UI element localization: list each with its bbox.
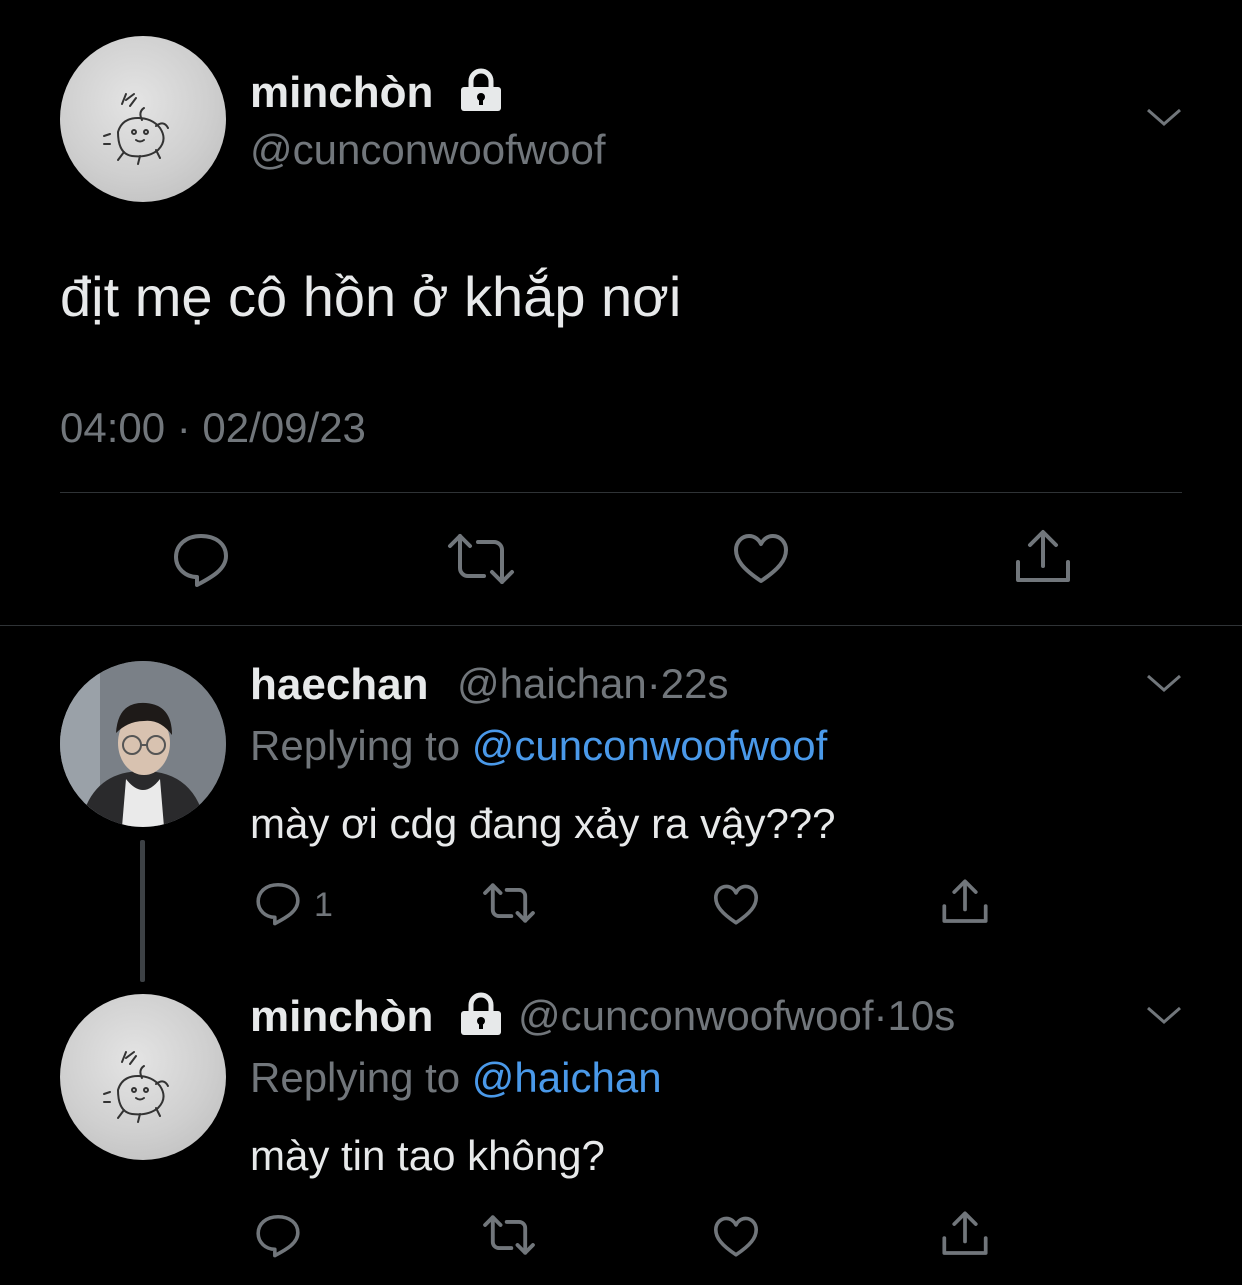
share-icon[interactable] bbox=[941, 878, 989, 926]
like-icon[interactable] bbox=[713, 1216, 759, 1258]
handle[interactable]: @cunconwoofwoof bbox=[250, 126, 606, 174]
reply-icon[interactable] bbox=[255, 880, 301, 926]
tweet-text: địt mẹ cô hồn ở khắp nơi bbox=[60, 265, 682, 328]
replying-to-link[interactable]: @haichan bbox=[472, 1054, 662, 1101]
avatar[interactable] bbox=[60, 994, 226, 1160]
section-divider bbox=[0, 625, 1242, 626]
like-icon[interactable] bbox=[713, 884, 759, 926]
reply-icon[interactable] bbox=[255, 1212, 301, 1258]
avatar[interactable] bbox=[60, 661, 226, 827]
tweet-text: mày tin tao không? bbox=[250, 1132, 605, 1179]
reply-icon[interactable] bbox=[172, 530, 230, 588]
chevron-down-icon[interactable] bbox=[1144, 104, 1184, 130]
display-name[interactable]: minchòn bbox=[250, 68, 433, 118]
retweet-icon[interactable] bbox=[482, 882, 536, 924]
handle-line: @cunconwoofwoof·10s bbox=[518, 992, 955, 1040]
divider bbox=[60, 492, 1182, 493]
profile-photo-image bbox=[60, 661, 226, 827]
display-name[interactable]: minchòn bbox=[250, 992, 433, 1042]
handle[interactable]: @haichan bbox=[457, 660, 647, 707]
share-icon[interactable] bbox=[941, 1210, 989, 1258]
lock-icon bbox=[458, 992, 504, 1041]
replying-to-label: Replying to bbox=[250, 1054, 461, 1101]
chevron-down-icon[interactable] bbox=[1144, 670, 1184, 696]
replying-to-line: Replying to @haichan bbox=[250, 1054, 662, 1102]
replying-to-link[interactable]: @cunconwoofwoof bbox=[472, 722, 828, 769]
dog-doodle-image bbox=[103, 1051, 169, 1123]
retweet-icon[interactable] bbox=[482, 1214, 536, 1256]
like-icon[interactable] bbox=[733, 533, 789, 585]
dog-doodle-image bbox=[103, 93, 169, 165]
handle[interactable]: @cunconwoofwoof bbox=[518, 992, 874, 1039]
time[interactable]: 10s bbox=[888, 992, 956, 1039]
lock-icon bbox=[458, 68, 504, 117]
separator: · bbox=[873, 992, 888, 1039]
time[interactable]: 22s bbox=[661, 660, 729, 707]
retweet-icon[interactable] bbox=[446, 532, 516, 586]
reply-count: 1 bbox=[314, 886, 333, 924]
replying-to-line: Replying to @cunconwoofwoof bbox=[250, 722, 827, 770]
share-icon[interactable] bbox=[1014, 528, 1072, 586]
thread-line bbox=[140, 840, 145, 982]
handle-line: @haichan·22s bbox=[457, 660, 728, 708]
tweet-text: mày ơi cdg đang xảy ra vậy??? bbox=[250, 800, 836, 847]
display-name[interactable]: haechan bbox=[250, 660, 429, 710]
avatar[interactable] bbox=[60, 36, 226, 202]
separator: · bbox=[646, 660, 661, 707]
replying-to-label: Replying to bbox=[250, 722, 461, 769]
timestamp[interactable]: 04:00 · 02/09/23 bbox=[60, 404, 366, 452]
chevron-down-icon[interactable] bbox=[1144, 1002, 1184, 1028]
